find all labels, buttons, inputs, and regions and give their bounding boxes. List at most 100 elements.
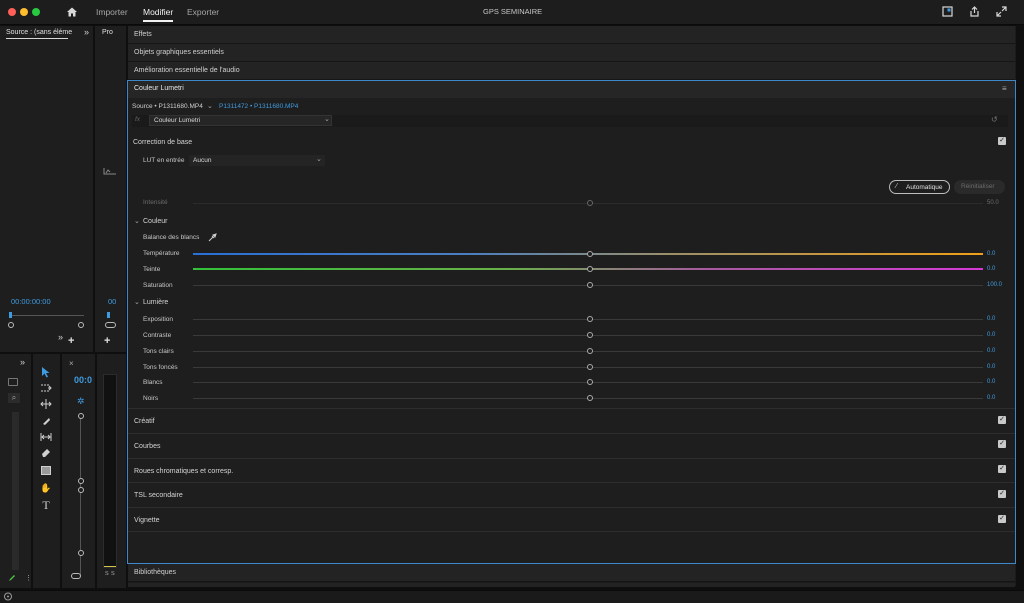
- slip-icon[interactable]: [39, 432, 53, 446]
- tint-value[interactable]: 0.0: [987, 266, 995, 272]
- timeline-handle-2[interactable]: [78, 487, 84, 493]
- collapse-chevron-icon[interactable]: ⌄: [134, 217, 140, 225]
- intensity-value[interactable]: 50.0: [987, 200, 999, 206]
- lut-select[interactable]: Aucun ⌄: [189, 155, 325, 166]
- saturation-knob[interactable]: [587, 282, 593, 288]
- section-vignette[interactable]: Vignette: [128, 507, 1015, 532]
- nav-modifier[interactable]: Modifier: [143, 7, 173, 17]
- menu-icon[interactable]: ≡: [1002, 84, 1007, 93]
- highlights-knob[interactable]: [587, 348, 593, 354]
- blacks-knob[interactable]: [587, 395, 593, 401]
- creative-checkbox[interactable]: ✓: [998, 416, 1006, 424]
- basic-correction-header[interactable]: Correction de base: [133, 139, 192, 146]
- source-tab[interactable]: Source : (sans éléme: [6, 29, 72, 36]
- shadows-knob[interactable]: [587, 364, 593, 370]
- project-overflow-icon[interactable]: »: [20, 357, 25, 367]
- share-icon[interactable]: [967, 6, 981, 20]
- hsl-checkbox[interactable]: ✓: [998, 490, 1006, 498]
- zoom-window-button[interactable]: [32, 8, 40, 16]
- whites-value[interactable]: 0.0: [987, 379, 995, 385]
- shadows-value[interactable]: 0.0: [987, 364, 995, 370]
- nav-importer[interactable]: Importer: [96, 7, 128, 17]
- meter-label-right[interactable]: S: [111, 571, 115, 577]
- folder-icon[interactable]: [8, 378, 18, 386]
- program-add-button-icon[interactable]: +: [104, 335, 110, 347]
- source-scrubber-track[interactable]: [10, 315, 84, 316]
- overflow-icon[interactable]: »: [58, 332, 63, 342]
- track-select-icon[interactable]: [39, 383, 53, 397]
- vignette-checkbox[interactable]: ✓: [998, 515, 1006, 523]
- close-tab-icon[interactable]: ×: [69, 359, 74, 368]
- fullscreen-icon[interactable]: [994, 6, 1008, 20]
- source-clip-label[interactable]: Source • P1311680.MP4: [132, 103, 203, 110]
- search-icon[interactable]: ⌕: [8, 393, 20, 403]
- home-icon[interactable]: [65, 6, 79, 20]
- section-color-wheels[interactable]: Roues chromatiques et corresp.: [128, 458, 1015, 483]
- ripple-icon[interactable]: [39, 399, 53, 413]
- chevron-down-icon[interactable]: ⌄: [207, 102, 213, 110]
- section-curves[interactable]: Courbes: [128, 433, 1015, 458]
- status-icon[interactable]: [3, 592, 13, 601]
- eyedropper-icon[interactable]: [207, 233, 217, 243]
- exposure-knob[interactable]: [587, 316, 593, 322]
- basic-correction-checkbox[interactable]: ✓: [998, 137, 1006, 145]
- effects-row[interactable]: Effets: [128, 26, 1015, 44]
- reset-effect-icon[interactable]: ↺: [991, 115, 998, 124]
- more-icon[interactable]: ⋮: [25, 574, 32, 582]
- graphics-row[interactable]: Objets graphiques essentiels: [128, 44, 1015, 62]
- collapse-chevron-icon[interactable]: ⌄: [134, 298, 140, 306]
- auto-button[interactable]: ⁄ Automatique: [889, 180, 950, 194]
- program-zoom-handle[interactable]: [105, 322, 116, 328]
- audio-row[interactable]: Amélioration essentielle de l'audio: [128, 62, 1015, 80]
- effect-select[interactable]: Couleur Lumetri ⌄: [149, 115, 332, 126]
- reset-button[interactable]: Réinitialiser: [954, 180, 1005, 194]
- program-timecode[interactable]: 00: [108, 297, 116, 306]
- snap-icon[interactable]: ✲: [77, 396, 85, 407]
- hand-icon[interactable]: ✋: [39, 481, 53, 495]
- libraries-row[interactable]: Bibliothèques: [128, 564, 1015, 582]
- timeline-zoom-top[interactable]: [78, 413, 84, 419]
- contrast-value[interactable]: 0.0: [987, 332, 995, 338]
- timeline-zoom-horizontal[interactable]: [71, 573, 81, 579]
- panel-overflow-icon[interactable]: »: [84, 27, 89, 37]
- intensity-knob[interactable]: [587, 200, 593, 206]
- nav-exporter[interactable]: Exporter: [187, 7, 219, 17]
- panel-icon[interactable]: [940, 6, 954, 20]
- tint-knob[interactable]: [587, 266, 593, 272]
- color-header[interactable]: Couleur: [143, 218, 168, 225]
- pencil-icon[interactable]: [8, 574, 16, 582]
- lumetri-title[interactable]: Couleur Lumetri: [134, 85, 184, 92]
- razor-icon[interactable]: [39, 416, 53, 430]
- curves-checkbox[interactable]: ✓: [998, 440, 1006, 448]
- selection-tool-icon[interactable]: [39, 366, 53, 380]
- rectangle-icon[interactable]: [39, 465, 53, 479]
- timeline-handle-1[interactable]: [78, 478, 84, 484]
- pen-icon[interactable]: [39, 448, 53, 462]
- blacks-value[interactable]: 0.0: [987, 395, 995, 401]
- whites-knob[interactable]: [587, 379, 593, 385]
- temperature-value[interactable]: 0.0: [987, 251, 995, 257]
- timeline-timecode[interactable]: 00:0: [74, 375, 92, 385]
- project-scrollbar[interactable]: [12, 412, 19, 570]
- minimize-window-button[interactable]: [20, 8, 28, 16]
- timeline-zoom-bottom[interactable]: [78, 550, 84, 556]
- color-wheels-checkbox[interactable]: ✓: [998, 465, 1006, 473]
- close-window-button[interactable]: [8, 8, 16, 16]
- section-hsl[interactable]: TSL secondaire: [128, 482, 1015, 507]
- source-zoom-start-handle[interactable]: [8, 322, 14, 328]
- exposure-value[interactable]: 0.0: [987, 316, 995, 322]
- highlights-value[interactable]: 0.0: [987, 348, 995, 354]
- temperature-knob[interactable]: [587, 251, 593, 257]
- add-button-icon[interactable]: +: [68, 335, 74, 347]
- section-creative[interactable]: Créatif: [128, 408, 1015, 433]
- sequence-clip-label[interactable]: P1311472 • P1311680.MP4: [219, 103, 298, 110]
- program-playhead[interactable]: [107, 312, 110, 318]
- meter-label-left[interactable]: S: [105, 571, 109, 577]
- source-zoom-end-handle[interactable]: [78, 322, 84, 328]
- light-header[interactable]: Lumière: [143, 299, 168, 306]
- source-timecode[interactable]: 00:00:00:00: [11, 297, 51, 306]
- contrast-knob[interactable]: [587, 332, 593, 338]
- source-playhead[interactable]: [9, 312, 12, 318]
- program-tab[interactable]: Pro: [102, 29, 113, 36]
- saturation-value[interactable]: 100.0: [987, 282, 1002, 288]
